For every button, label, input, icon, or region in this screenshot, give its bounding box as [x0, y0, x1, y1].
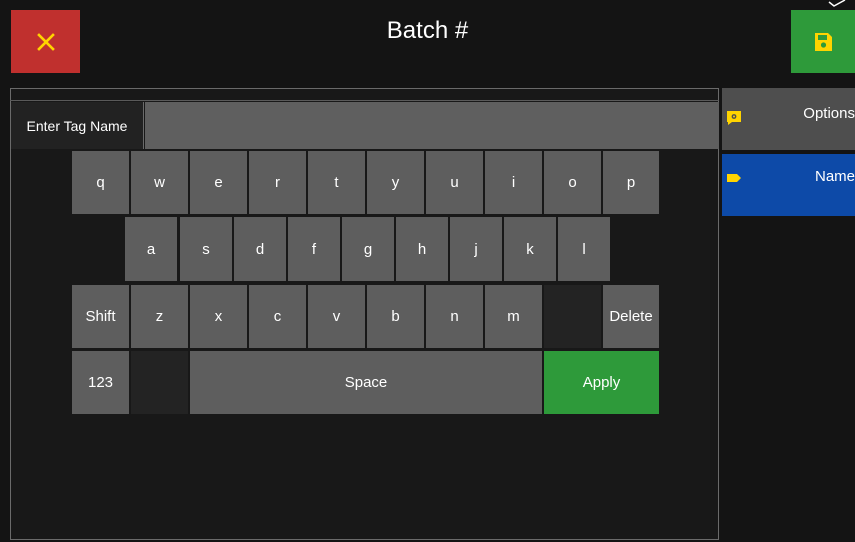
key-m[interactable]: m	[485, 285, 542, 348]
key-i[interactable]: i	[485, 151, 542, 214]
key-k[interactable]: k	[504, 217, 556, 281]
sidebar-item-name[interactable]: Name	[722, 154, 855, 216]
key-q[interactable]: q	[72, 151, 129, 214]
screen: Batch # Enter Tag Name q w e r t y u i o…	[0, 0, 855, 542]
blank-key[interactable]	[544, 285, 601, 348]
key-s[interactable]: s	[180, 217, 232, 281]
key-l[interactable]: l	[558, 217, 610, 281]
save-icon	[815, 32, 832, 51]
key-j[interactable]: j	[450, 217, 502, 281]
check-mark-icon	[828, 0, 846, 7]
key-c[interactable]: c	[249, 285, 306, 348]
settings-chat-icon	[727, 111, 741, 125]
apply-button[interactable]: Apply	[544, 351, 659, 414]
space-key[interactable]: Space	[190, 351, 542, 414]
page-title: Batch #	[386, 17, 469, 44]
key-a[interactable]: a	[125, 217, 177, 281]
key-p[interactable]: p	[603, 151, 659, 214]
tag-name-label: Enter Tag Name	[11, 102, 144, 149]
key-u[interactable]: u	[426, 151, 483, 214]
key-t[interactable]: t	[308, 151, 365, 214]
sidebar-item-options[interactable]: Options	[722, 88, 855, 150]
tag-icon	[727, 174, 741, 182]
key-f[interactable]: f	[288, 217, 340, 281]
key-e[interactable]: e	[190, 151, 247, 214]
key-v[interactable]: v	[308, 285, 365, 348]
close-icon	[36, 32, 55, 51]
key-h[interactable]: h	[396, 217, 448, 281]
key-n[interactable]: n	[426, 285, 483, 348]
key-z[interactable]: z	[131, 285, 188, 348]
sidebar-item-label: Options	[803, 104, 855, 122]
key-g[interactable]: g	[342, 217, 394, 281]
sidebar-item-label: Name	[814, 167, 855, 185]
panel-divider	[10, 100, 719, 101]
key-w[interactable]: w	[131, 151, 188, 214]
key-o[interactable]: o	[544, 151, 601, 214]
key-b[interactable]: b	[367, 285, 424, 348]
close-button[interactable]	[11, 10, 80, 73]
shift-key[interactable]: Shift	[72, 285, 129, 348]
delete-key[interactable]: Delete	[603, 285, 659, 348]
key-y[interactable]: y	[367, 151, 424, 214]
tag-name-input[interactable]	[145, 102, 719, 149]
key-x[interactable]: x	[190, 285, 247, 348]
key-r[interactable]: r	[249, 151, 306, 214]
numbers-key[interactable]: 123	[72, 351, 129, 414]
save-button[interactable]	[791, 10, 855, 73]
blank-key[interactable]	[131, 351, 188, 414]
key-d[interactable]: d	[234, 217, 286, 281]
